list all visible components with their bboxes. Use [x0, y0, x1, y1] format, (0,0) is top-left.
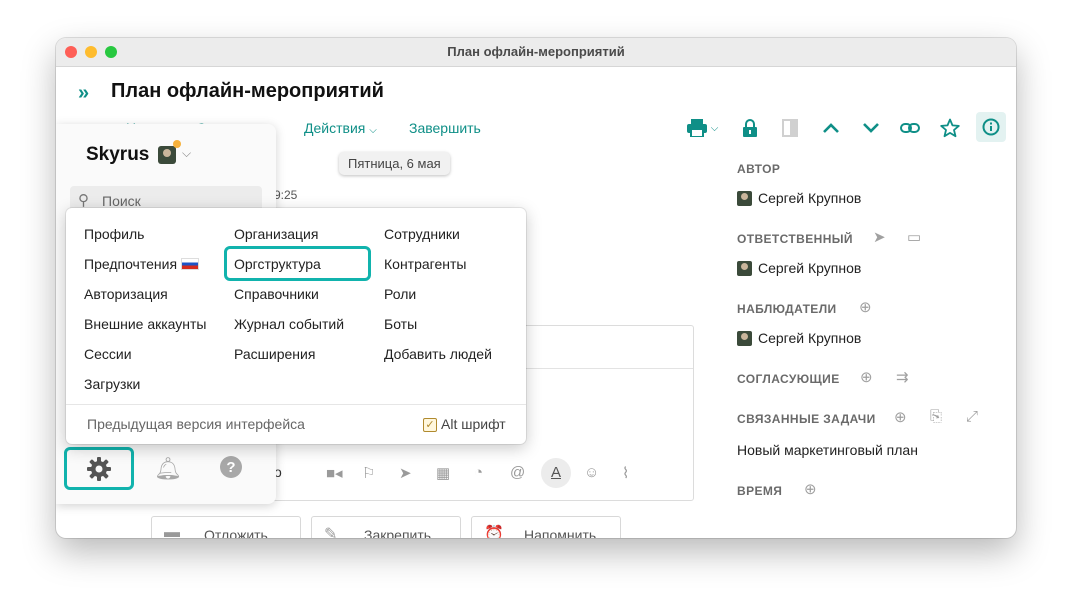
actions-label: Действия [304, 120, 366, 136]
clipboard-add-icon[interactable]: ⎘ [930, 408, 942, 425]
related-tasks-heading: СВЯЗАННЫЕ ЗАДАЧИ [737, 412, 876, 426]
video-icon[interactable]: ■◂ [326, 464, 343, 482]
remind-label: Напомнить [524, 527, 597, 538]
menu-item-external-accounts[interactable]: Внешние аккаунты [84, 316, 207, 332]
add-watcher-icon[interactable]: ⊕ [859, 298, 872, 316]
send-icon[interactable]: ➤ [873, 228, 886, 246]
actions-menu[interactable]: Действия ⌵ [304, 120, 377, 136]
russia-flag-icon [181, 258, 200, 270]
approvers-heading: СОГЛАСУЮЩИЕ [737, 372, 840, 386]
message-time: 9:25 [274, 188, 298, 202]
print-icon[interactable]: ⌵ [682, 116, 722, 140]
avatar[interactable] [158, 146, 176, 164]
menu-item-org-structure[interactable]: Оргструктура [234, 256, 321, 272]
add-related-icon[interactable]: ⊕ [894, 408, 907, 426]
emoji-icon[interactable]: ☺ [584, 464, 599, 481]
page-title: План офлайн-мероприятий [111, 80, 384, 102]
alt-font-checkbox[interactable]: ✓ [423, 418, 437, 432]
help-icon[interactable]: ? [220, 456, 242, 478]
bell-icon[interactable]: 🔔︎ [154, 456, 182, 482]
author-name: Сергей Крупнов [758, 190, 862, 206]
title-bar: План офлайн-мероприятий [56, 38, 1016, 67]
previous-version-link[interactable]: Предыдущая версия интерфейса [87, 416, 305, 432]
settings-menu: Профиль Предпочтения Авторизация Внешние… [66, 208, 526, 444]
calendar-icon[interactable]: ▦ [436, 464, 450, 482]
watchers-heading: НАБЛЮДАТЕЛИ [737, 302, 837, 316]
time-heading: ВРЕМЯ [737, 484, 783, 498]
mention-icon[interactable]: @ [510, 464, 525, 481]
add-approver-icon[interactable]: ⊕ [860, 368, 873, 386]
postpone-label: Отложить [204, 527, 268, 538]
postpone-button[interactable]: ▬ Отложить [151, 516, 301, 538]
assignee-name: Сергей Крупнов [758, 260, 862, 276]
link-icon[interactable] [897, 116, 923, 140]
menu-item-contractors[interactable]: Контрагенты [384, 256, 466, 272]
author-user[interactable]: Сергей Крупнов [737, 190, 861, 206]
watcher-name: Сергей Крупнов [758, 330, 862, 346]
split-view-icon[interactable] [777, 116, 803, 140]
menu-item-roles[interactable]: Роли [384, 286, 416, 302]
workflow-icon[interactable]: ⇉ [896, 368, 909, 386]
chevron-down-icon[interactable]: ⌵ [182, 146, 191, 161]
menu-item-label: Предпочтения [84, 256, 178, 272]
window-title: План офлайн-мероприятий [447, 44, 625, 59]
flag-icon[interactable]: ⚐ [362, 464, 375, 482]
finish-button[interactable]: Завершить [409, 120, 481, 136]
menu-divider [66, 404, 526, 405]
info-icon[interactable] [976, 112, 1006, 142]
remind-button[interactable]: ⏰ Напомнить [471, 516, 621, 538]
pin-label: Закрепить [364, 527, 432, 538]
alt-font-label[interactable]: Alt шрифт [441, 416, 506, 432]
avatar [737, 190, 752, 206]
expand-sidebar-icon[interactable]: » [78, 82, 89, 105]
expand-icon[interactable]: ⤢ [966, 408, 978, 425]
pin-icon: ✎ [324, 526, 338, 538]
alarm-icon: ⏰ [484, 526, 504, 538]
avatar [737, 260, 752, 276]
assignee-heading: ОТВЕТСТВЕННЫЙ [737, 232, 853, 246]
menu-item-profile[interactable]: Профиль [84, 226, 144, 242]
menu-item-authorization[interactable]: Авторизация [84, 286, 168, 302]
pin-button[interactable]: ✎ Закрепить [311, 516, 461, 538]
add-time-icon[interactable]: ⊕ [804, 480, 817, 498]
timer-icon[interactable]: ◔ [474, 464, 483, 481]
send-icon[interactable]: ➤ [399, 464, 412, 482]
related-task-link[interactable]: Новый маркетинговый план [737, 442, 918, 458]
watcher-user[interactable]: Сергей Крупнов [737, 330, 861, 346]
chevron-down-icon: ⌵ [369, 125, 377, 136]
menu-item-event-log[interactable]: Журнал событий [234, 316, 344, 332]
menu-item-preferences[interactable]: Предпочтения [84, 256, 200, 272]
menu-item-bots[interactable]: Боты [384, 316, 417, 332]
star-icon[interactable] [937, 116, 963, 140]
chevron-down-icon[interactable] [858, 116, 884, 140]
avatar [737, 330, 752, 346]
menu-item-add-people[interactable]: Добавить людей [384, 346, 492, 362]
text-format-icon[interactable]: A [541, 458, 571, 488]
menu-item-directories[interactable]: Справочники [234, 286, 319, 302]
assignee-user[interactable]: Сергей Крупнов [737, 260, 861, 276]
search-icon: ⚲ [78, 192, 89, 209]
date-separator: Пятница, 6 мая [339, 152, 450, 175]
menu-item-sessions[interactable]: Сессии [84, 346, 132, 362]
attach-icon[interactable]: ⌇ [622, 464, 629, 482]
app-window: План офлайн-мероприятий » План офлайн-ме… [56, 38, 1016, 538]
author-heading: АВТОР [737, 162, 781, 176]
menu-item-extensions[interactable]: Расширения [234, 346, 315, 362]
chevron-up-icon[interactable] [818, 116, 844, 140]
menu-item-organization[interactable]: Организация [234, 226, 318, 242]
status-dot [173, 140, 181, 148]
calendar-icon[interactable]: ▭ [907, 228, 921, 246]
brand-name[interactable]: Skyrus [86, 144, 149, 166]
menu-item-downloads[interactable]: Загрузки [84, 376, 140, 392]
gear-icon [87, 456, 111, 481]
lock-icon[interactable] [737, 116, 763, 140]
archive-icon: ▬ [164, 524, 180, 538]
settings-button[interactable] [64, 447, 134, 490]
menu-item-employees[interactable]: Сотрудники [384, 226, 460, 242]
search-placeholder: Поиск [102, 193, 141, 209]
